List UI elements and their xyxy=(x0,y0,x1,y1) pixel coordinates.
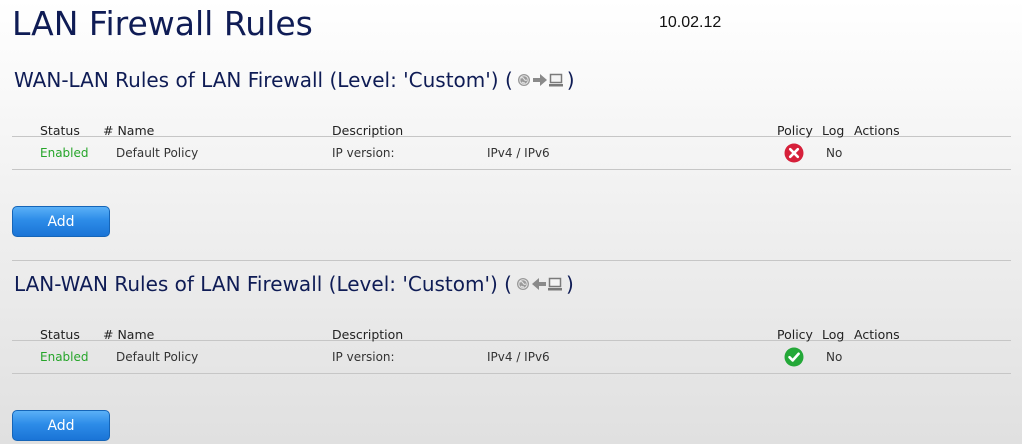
column-header-status: Status xyxy=(40,123,80,138)
add-rule-button[interactable]: Add xyxy=(12,206,110,237)
rules-table-wan-lan: Status # Name Description Policy Log Act… xyxy=(12,114,1011,170)
table-row[interactable]: Enabled Default Policy IP version: IPv4 … xyxy=(12,341,1011,374)
column-header-actions: Actions xyxy=(854,123,900,138)
computer-icon xyxy=(547,277,562,291)
rule-ip-version: IPv4 / IPv6 xyxy=(487,350,550,364)
deny-icon xyxy=(784,143,804,163)
rule-ip-version: IPv4 / IPv6 xyxy=(487,146,550,160)
section-title-text: LAN-WAN Rules of LAN Firewall (Level: 'C… xyxy=(14,272,512,296)
section-title-close: ) xyxy=(566,68,575,92)
arrow-left-icon xyxy=(531,278,546,290)
column-header-log: Log xyxy=(822,327,845,342)
globe-icon xyxy=(516,278,529,290)
section-title-wan-lan: WAN-LAN Rules of LAN Firewall (Level: 'C… xyxy=(14,68,575,92)
section-title-text: WAN-LAN Rules of LAN Firewall (Level: 'C… xyxy=(14,68,513,92)
column-header-policy: Policy xyxy=(777,123,813,138)
globe-icon xyxy=(517,74,530,86)
column-header-description: Description xyxy=(332,327,404,342)
page-title: LAN Firewall Rules xyxy=(12,4,313,43)
column-header-description: Description xyxy=(332,123,404,138)
table-row[interactable]: Enabled Default Policy IP version: IPv4 … xyxy=(12,137,1011,170)
rule-description: IP version: xyxy=(332,146,395,160)
table-header: Status # Name Description Policy Log Act… xyxy=(12,114,1011,138)
rule-name: Default Policy xyxy=(116,146,199,160)
rule-name: Default Policy xyxy=(116,350,199,364)
rule-log: No xyxy=(826,350,843,364)
section-divider xyxy=(12,260,1011,261)
section-title-close: ) xyxy=(565,272,574,296)
column-header-name: # Name xyxy=(103,327,155,342)
direction-icons xyxy=(517,73,563,87)
computer-icon xyxy=(548,73,563,87)
rules-table-lan-wan: Status # Name Description Policy Log Act… xyxy=(12,318,1011,374)
section-title-lan-wan: LAN-WAN Rules of LAN Firewall (Level: 'C… xyxy=(14,272,574,296)
version-label: 10.02.12 xyxy=(659,14,722,31)
rule-log: No xyxy=(826,146,843,160)
direction-icons xyxy=(516,277,562,291)
table-header: Status # Name Description Policy Log Act… xyxy=(12,318,1011,342)
rule-status: Enabled xyxy=(40,350,89,364)
allow-icon xyxy=(784,347,804,367)
column-header-name: # Name xyxy=(103,123,155,138)
column-header-log: Log xyxy=(822,123,845,138)
arrow-right-icon xyxy=(532,74,547,86)
add-rule-button[interactable]: Add xyxy=(12,410,110,441)
rule-status: Enabled xyxy=(40,146,89,160)
column-header-status: Status xyxy=(40,327,80,342)
column-header-policy: Policy xyxy=(777,327,813,342)
column-header-actions: Actions xyxy=(854,327,900,342)
rule-description: IP version: xyxy=(332,350,395,364)
